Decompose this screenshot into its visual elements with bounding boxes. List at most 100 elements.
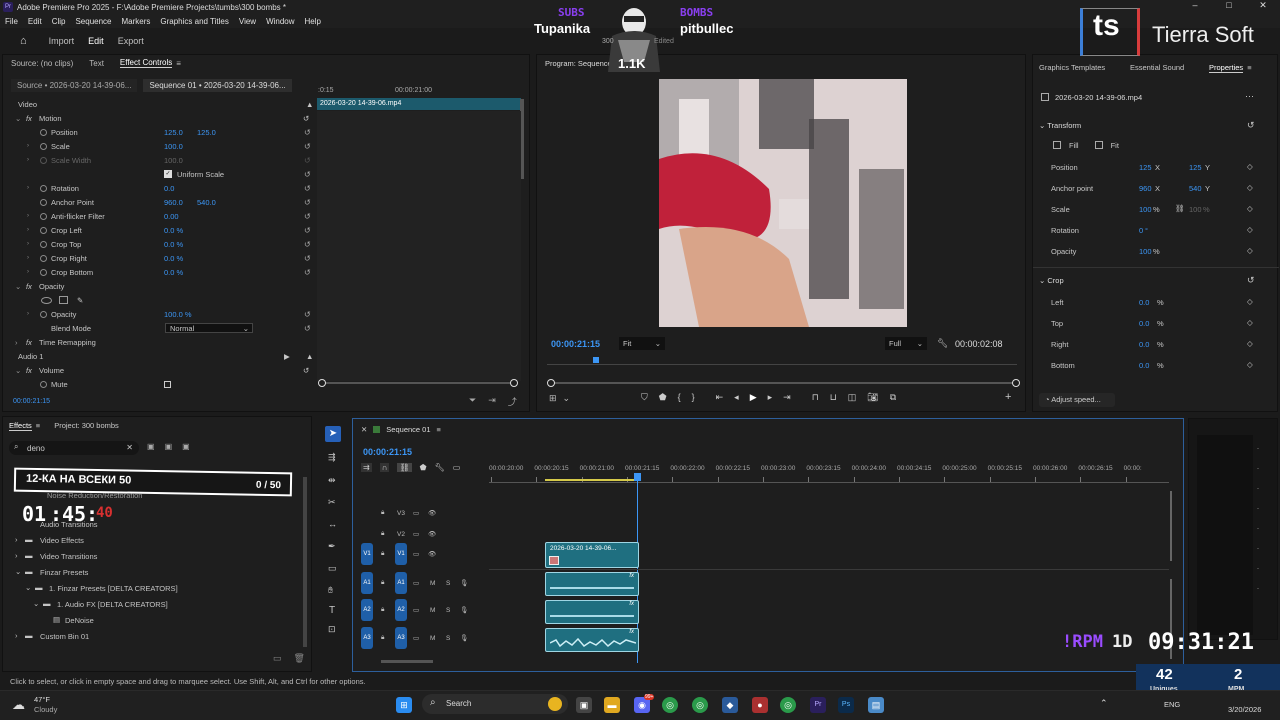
home-icon[interactable]: ⌂ — [20, 35, 27, 47]
tab-text[interactable]: Text — [89, 59, 104, 68]
tab-graphics-templates[interactable]: Graphics Templates — [1039, 63, 1130, 73]
fit-icon[interactable] — [1094, 141, 1103, 149]
up-icon[interactable]: ▲ — [306, 352, 313, 361]
track-select-icon[interactable]: ⇶ — [328, 452, 336, 463]
chevron-right-icon[interactable]: › — [27, 241, 29, 247]
position-x-value[interactable]: 125.0 — [164, 128, 183, 137]
position-x-value[interactable]: 125 — [1139, 163, 1152, 172]
keyframe-diamond-icon[interactable]: ◇ — [1247, 360, 1253, 369]
eye-icon[interactable]: 👁︎ — [428, 509, 436, 517]
a3-solo[interactable]: S — [446, 635, 450, 642]
menu-icon[interactable]: ≡ — [437, 425, 441, 434]
a1-source-patch[interactable]: A1 — [361, 572, 373, 594]
weather-desc[interactable]: Cloudy — [34, 705, 57, 714]
menu-icon[interactable]: ≡ — [176, 59, 181, 68]
reset-icon[interactable]: ↺ — [304, 254, 311, 263]
tab-source[interactable]: Source: (no clips) — [11, 59, 73, 68]
tree-item-custom-bin[interactable]: Custom Bin 01 — [40, 632, 89, 641]
camera-icon[interactable]: 📷︎ — [867, 392, 878, 403]
settings-wrench-icon[interactable]: 🔧︎ — [435, 463, 445, 472]
anchor-x-value[interactable]: 960.0 — [164, 198, 183, 207]
play-icon[interactable]: ▶ — [750, 392, 757, 403]
mic-icon[interactable]: 🎙︎ — [460, 579, 468, 587]
anchor-x-value[interactable]: 960 — [1139, 184, 1152, 193]
mark-out-icon[interactable]: } — [692, 392, 695, 403]
keyframe-diamond-icon[interactable]: ◇ — [1247, 246, 1253, 255]
premiere-taskbar-icon[interactable]: Pr — [810, 697, 826, 713]
lock-icon[interactable]: 🔒︎ — [381, 530, 384, 538]
rotation-value[interactable]: 0.0 — [164, 184, 174, 193]
reset-icon[interactable]: ↺ — [304, 240, 311, 249]
go-to-in-icon[interactable]: ⇤ — [716, 392, 724, 403]
taskbar-search[interactable]: ⌕ Search — [422, 694, 568, 714]
reset-icon[interactable]: ↺ — [304, 226, 311, 235]
go-to-out-icon[interactable]: ⇥ — [783, 392, 791, 403]
snap-icon[interactable]: ∩ — [379, 463, 390, 472]
compare-icon[interactable]: ⧉ — [890, 392, 896, 403]
menu-icon[interactable]: ≡ — [36, 421, 40, 431]
reset-icon[interactable]: ↺ — [1247, 120, 1255, 131]
crop-top-value[interactable]: 0.0 — [1139, 319, 1149, 328]
export-frame-icon[interactable]: ⤴ — [508, 395, 517, 408]
v1-source-patch[interactable]: V1 — [361, 543, 373, 565]
record-app-icon[interactable]: ● — [752, 697, 768, 713]
slider-handle[interactable] — [510, 379, 518, 387]
crop-left-value[interactable]: 0.0 % — [164, 226, 183, 235]
timeline-vscroll[interactable] — [1170, 491, 1172, 561]
audio-clip-a1[interactable]: fx — [545, 572, 639, 596]
reset-icon[interactable]: ↺ — [304, 198, 311, 207]
sync-icon[interactable]: ▭ — [413, 606, 419, 614]
eye-icon[interactable]: 👁︎ — [428, 530, 436, 538]
tab-effect-controls[interactable]: Effect Controls — [119, 58, 173, 68]
chevron-down-icon[interactable]: ⌄ — [1039, 121, 1045, 130]
sync-icon[interactable]: ▭ — [413, 530, 419, 538]
mic-icon[interactable]: 🎙︎ — [460, 606, 468, 614]
rectangle-tool-icon[interactable]: ▭ — [328, 563, 337, 574]
keyframe-diamond-icon[interactable]: ◇ — [1247, 297, 1253, 306]
lock-icon[interactable]: 🔒︎ — [381, 550, 384, 558]
a2-solo[interactable]: S — [446, 607, 450, 614]
chevron-right-icon[interactable]: › — [15, 338, 18, 347]
adjust-speed-button[interactable]: ◔ Adjust speed... — [1039, 393, 1115, 407]
stopwatch-icon[interactable] — [40, 380, 47, 388]
chevron-right-icon[interactable]: › — [15, 535, 18, 544]
trash-icon[interactable]: 🗑︎ — [294, 653, 305, 664]
slip-icon[interactable]: ↔ — [328, 519, 337, 529]
scale-value[interactable]: 100 — [1139, 205, 1152, 214]
slider-handle[interactable] — [318, 379, 326, 387]
checkbox-icon[interactable]: ✓ — [164, 170, 172, 178]
menu-window[interactable]: Window — [266, 17, 294, 26]
stopwatch-icon[interactable] — [40, 254, 47, 262]
play-audio-icon[interactable]: ▶ — [284, 352, 290, 361]
razor-icon[interactable]: ✂ — [328, 497, 336, 508]
menu-graphics[interactable]: Graphics and Titles — [160, 17, 228, 26]
tab-essential-sound[interactable]: Essential Sound — [1130, 63, 1209, 73]
yuv-icon[interactable]: ▣ — [182, 442, 190, 451]
add-marker-icon[interactable]: ⛉ — [641, 392, 648, 403]
a1-target[interactable]: A1 — [395, 572, 407, 594]
extract-icon[interactable]: ⊔ — [830, 392, 837, 403]
file-explorer-icon[interactable]: ▬ — [604, 697, 620, 713]
lock-icon[interactable]: 🔒︎ — [381, 509, 384, 517]
keyframe-diamond-icon[interactable]: ◇ — [1247, 183, 1253, 192]
menu-markers[interactable]: Markers — [122, 17, 151, 26]
reset-icon[interactable]: ↺ — [304, 128, 311, 137]
tray-chevron-icon[interactable]: ⌃ — [1100, 698, 1108, 709]
rect-mask-icon[interactable] — [59, 296, 68, 304]
a2-source-patch[interactable]: A2 — [361, 599, 373, 621]
accelerated-icon[interactable]: ▣ — [147, 442, 155, 451]
chevron-down-icon[interactable]: ⌄ — [25, 583, 31, 592]
a2-target[interactable]: A2 — [395, 599, 407, 621]
position-y-value[interactable]: 125.0 — [197, 128, 216, 137]
blend-mode-select[interactable]: Normal ⌄ — [165, 323, 253, 333]
program-mini-ruler[interactable] — [547, 357, 1017, 365]
lift-icon[interactable]: ⊓ — [812, 392, 819, 403]
stopwatch-icon[interactable] — [40, 212, 47, 220]
tree-item-video-effects[interactable]: Video Effects — [40, 536, 84, 545]
opacity-value[interactable]: 100 — [1139, 247, 1152, 256]
sync-icon[interactable]: ▭ — [413, 550, 419, 558]
crop-bottom-value[interactable]: 0.0 — [1139, 361, 1149, 370]
chevron-right-icon[interactable]: › — [27, 227, 29, 233]
marker-icon[interactable]: ⬟ — [659, 392, 667, 403]
pen-tool-icon[interactable]: ✒ — [328, 541, 336, 552]
